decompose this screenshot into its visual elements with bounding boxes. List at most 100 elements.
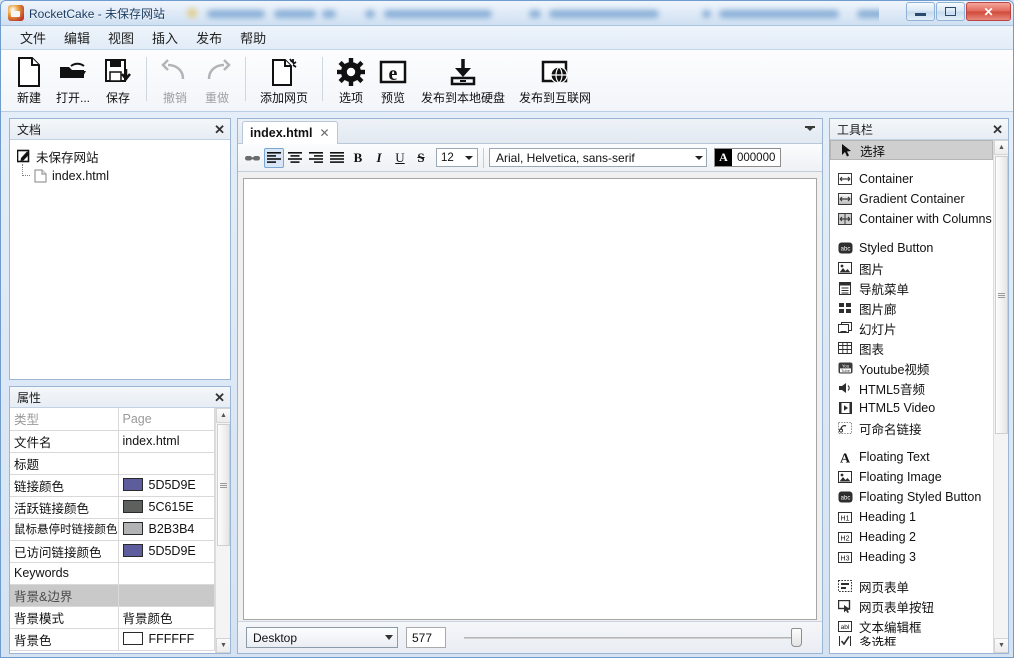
tab-index-html[interactable]: index.html ✕ bbox=[242, 121, 338, 145]
minimize-button[interactable] bbox=[906, 2, 935, 21]
tool-item-image[interactable]: 图片 bbox=[830, 258, 993, 278]
menu-help[interactable]: 帮助 bbox=[231, 25, 275, 50]
table-row[interactable]: 类型 Page bbox=[10, 408, 215, 430]
table-row[interactable]: Keywords bbox=[10, 562, 215, 584]
blurred-overlay-strip bbox=[179, 3, 879, 24]
tool-item-checkbox[interactable]: 多选框 bbox=[830, 636, 993, 646]
color-swatch[interactable] bbox=[123, 478, 143, 491]
tool-item-form-button[interactable]: 网页表单按钮 bbox=[830, 596, 993, 616]
toolbar-save-button[interactable]: 保存 bbox=[97, 53, 139, 107]
color-swatch[interactable] bbox=[123, 522, 143, 535]
tool-item-nav-menu[interactable]: 导航菜单 bbox=[830, 278, 993, 298]
properties-panel-close-icon[interactable]: ✕ bbox=[214, 391, 225, 404]
strikethrough-button[interactable]: S bbox=[411, 148, 431, 168]
text-input-icon: abl bbox=[836, 618, 854, 634]
toolbar-publish-web-label: 发布到互联网 bbox=[519, 89, 591, 106]
table-row[interactable]: 鼠标悬停时链接颜色 B2B3B4 bbox=[10, 518, 215, 540]
table-row[interactable]: 标题 bbox=[10, 452, 215, 474]
maximize-button[interactable] bbox=[936, 2, 965, 21]
toolbar-redo-button[interactable]: 重做 bbox=[196, 53, 238, 107]
tool-item-select[interactable]: 选择 bbox=[830, 140, 993, 160]
table-row[interactable]: 文件名 index.html bbox=[10, 430, 215, 452]
tree-item-index-html[interactable]: index.html bbox=[32, 166, 230, 186]
tool-item-youtube[interactable]: YouTube Youtube视频 bbox=[830, 358, 993, 378]
table-row[interactable]: 背景色 FFFFFF bbox=[10, 628, 215, 650]
tool-item-heading-2[interactable]: H2 Heading 2 bbox=[830, 527, 993, 547]
tree-root-item[interactable]: 未保存网站 bbox=[16, 146, 230, 166]
tools-scrollbar[interactable]: ▲ ▼ bbox=[993, 140, 1008, 653]
align-right-button[interactable] bbox=[306, 148, 326, 168]
tool-item-named-link[interactable]: 可命名链接 bbox=[830, 418, 993, 438]
toolbar-publish-web-button[interactable]: 发布到互联网 bbox=[512, 53, 598, 107]
slider-knob[interactable] bbox=[791, 628, 802, 647]
scroll-up-icon[interactable]: ▲ bbox=[994, 140, 1008, 155]
menu-edit[interactable]: 编辑 bbox=[55, 25, 99, 50]
width-slider[interactable] bbox=[464, 627, 802, 648]
toolbar-preview-button[interactable]: e 预览 bbox=[372, 53, 414, 107]
color-swatch[interactable] bbox=[123, 500, 143, 513]
tool-item-heading-1[interactable]: H1 Heading 1 bbox=[830, 507, 993, 527]
font-family-select[interactable]: Arial, Helvetica, sans-serif bbox=[489, 148, 707, 167]
tab-close-icon[interactable]: ✕ bbox=[320, 126, 330, 140]
toolbar-open-button[interactable]: 打开... bbox=[49, 53, 97, 107]
align-justify-button[interactable] bbox=[327, 148, 347, 168]
menu-view[interactable]: 视图 bbox=[99, 25, 143, 50]
tool-item-floating-styled-button[interactable]: abc Floating Styled Button bbox=[830, 487, 993, 507]
tool-item-html5-audio[interactable]: HTML5音频 bbox=[830, 378, 993, 398]
align-left-button[interactable] bbox=[264, 148, 284, 168]
tool-item-container[interactable]: Container bbox=[830, 169, 993, 189]
tool-item-text-input[interactable]: abl 文本编辑框 bbox=[830, 616, 993, 636]
rocketcake-logo-icon bbox=[8, 5, 24, 21]
scroll-up-icon[interactable]: ▲ bbox=[216, 408, 230, 423]
tool-item-html5-video[interactable]: HTML5 Video bbox=[830, 398, 993, 418]
align-center-button[interactable] bbox=[285, 148, 305, 168]
color-swatch[interactable] bbox=[123, 632, 143, 645]
tool-item-label: 选择 bbox=[860, 141, 885, 160]
table-row[interactable]: 链接颜色 5D5D9E bbox=[10, 474, 215, 496]
tool-item-styled-button[interactable]: abc Styled Button bbox=[830, 238, 993, 258]
properties-scrollbar[interactable]: ▲ ▼ bbox=[215, 408, 230, 653]
scroll-down-icon[interactable]: ▼ bbox=[994, 638, 1008, 653]
tab-list-menu-icon[interactable] bbox=[805, 126, 815, 131]
color-swatch[interactable] bbox=[123, 544, 143, 557]
tools-group-gap bbox=[830, 567, 993, 576]
toolbar-options-button[interactable]: 选项 bbox=[330, 53, 372, 107]
font-size-select[interactable]: 12 bbox=[436, 148, 478, 167]
menu-insert[interactable]: 插入 bbox=[143, 25, 187, 50]
bold-button[interactable]: B bbox=[348, 148, 368, 168]
toolbar-new-button[interactable]: 新建 bbox=[9, 53, 49, 107]
underline-button[interactable]: U bbox=[390, 148, 410, 168]
width-input[interactable]: 577 bbox=[406, 627, 446, 648]
html-file-icon bbox=[32, 168, 48, 184]
tool-item-slideshow[interactable]: 幻灯片 bbox=[830, 318, 993, 338]
italic-button[interactable]: I bbox=[369, 148, 389, 168]
scrollbar-thumb[interactable] bbox=[995, 156, 1008, 434]
table-row[interactable]: 已访问链接颜色 5D5D9E bbox=[10, 540, 215, 562]
tool-item-heading-3[interactable]: H3 Heading 3 bbox=[830, 547, 993, 567]
tool-item-floating-image[interactable]: Floating Image bbox=[830, 467, 993, 487]
device-select[interactable]: Desktop bbox=[246, 627, 398, 648]
table-row[interactable]: 背景模式 背景颜色 bbox=[10, 606, 215, 628]
scroll-down-icon[interactable]: ▼ bbox=[216, 638, 230, 653]
menu-publish[interactable]: 发布 bbox=[187, 25, 231, 50]
documents-panel-close-icon[interactable]: ✕ bbox=[214, 123, 225, 136]
tool-item-floating-text[interactable]: A Floating Text bbox=[830, 447, 993, 467]
toolbar-add-page-button[interactable]: 添加网页 bbox=[253, 53, 315, 107]
table-row[interactable]: 活跃链接颜色 5C615E bbox=[10, 496, 215, 518]
scrollbar-thumb[interactable] bbox=[217, 424, 230, 546]
align-right-icon bbox=[309, 152, 323, 163]
toolbar-publish-local-button[interactable]: 发布到本地硬盘 bbox=[414, 53, 512, 107]
tool-item-web-form[interactable]: 网页表单 bbox=[830, 576, 993, 596]
link-chain-icon[interactable] bbox=[243, 148, 263, 168]
tool-item-gradient-container[interactable]: Gradient Container bbox=[830, 189, 993, 209]
tool-item-table[interactable]: 图表 bbox=[830, 338, 993, 358]
tool-item-label: Floating Text bbox=[859, 450, 930, 464]
tool-item-container-with-columns[interactable]: Container with Columns bbox=[830, 209, 993, 229]
page-canvas[interactable] bbox=[243, 178, 817, 620]
toolbar-undo-button[interactable]: 撤销 bbox=[154, 53, 196, 107]
tools-panel-close-icon[interactable]: ✕ bbox=[992, 123, 1003, 136]
tool-item-gallery[interactable]: 图片廊 bbox=[830, 298, 993, 318]
text-color-picker[interactable]: A 000000 bbox=[714, 148, 781, 167]
menu-file[interactable]: 文件 bbox=[11, 25, 55, 50]
close-button[interactable]: ✕ bbox=[966, 2, 1011, 21]
